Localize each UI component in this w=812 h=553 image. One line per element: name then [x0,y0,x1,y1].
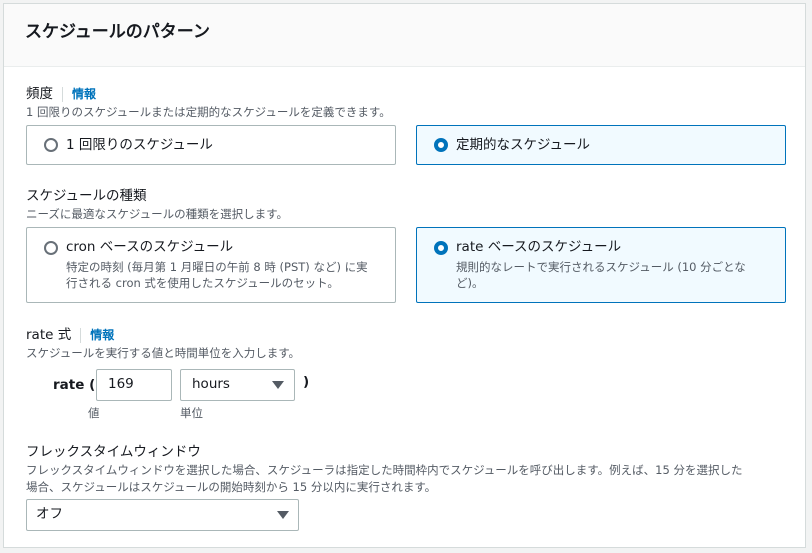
rate-expression-info-link[interactable]: 情報 [80,327,114,343]
cron-label: cron ベースのスケジュール [66,239,234,255]
frequency-label-row: 頻度 情報 [26,85,96,103]
frequency-description: 1 回限りのスケジュールまたは定期的なスケジュールを定義できます。 [26,105,391,119]
schedule-type-option-rate[interactable]: rate ベースのスケジュール 規則的なレートで実行されるスケジュール (10 … [416,227,786,303]
radio-cron[interactable] [44,241,58,255]
rate-unit-caption: 単位 [180,406,203,420]
flex-window-description-line1: フレックスタイムウィンドウを選択した場合、スケジューラは指定した時間枠内でスケジ… [26,463,743,477]
radio-recurring[interactable] [434,138,448,152]
schedule-type-label-row: スケジュールの種類 [26,187,147,205]
rate-unit-value: hours [192,376,230,392]
rate-unit-select[interactable]: hours [180,369,295,401]
chevron-down-icon [272,381,284,389]
frequency-option-one-time[interactable]: 1 回限りのスケジュール [26,125,396,165]
panel-header: スケジュールのパターン [4,4,805,67]
rate-value-input[interactable]: 169 [96,369,172,401]
cron-description: 特定の時刻 (毎月第 1 月曜日の午前 8 時 (PST) など) に実行される… [66,260,368,290]
radio-one-time[interactable] [44,138,58,152]
rate-expression-label: rate 式 [26,327,72,343]
panel-title: スケジュールのパターン [25,22,210,42]
rate-suffix: ) [303,374,310,390]
frequency-info-link[interactable]: 情報 [62,86,96,102]
radio-rate[interactable] [434,241,448,255]
flex-window-select[interactable]: オフ [26,499,299,531]
flex-window-label: フレックスタイムウィンドウ [26,444,201,460]
one-time-label: 1 回限りのスケジュール [66,137,213,153]
rate-value-caption: 値 [88,406,100,420]
rate-expression-description: スケジュールを実行する値と時間単位を入力します。 [26,346,301,360]
rate-prefix: rate ( [53,377,96,393]
schedule-type-description: ニーズに最適なスケジュールの種類を選択します。 [26,207,288,221]
flex-window-value: オフ [36,506,63,522]
flex-window-label-row: フレックスタイムウィンドウ [26,443,201,461]
rate-label: rate ベースのスケジュール [456,239,622,255]
frequency-label: 頻度 [26,86,53,102]
schedule-type-label: スケジュールの種類 [26,188,147,204]
rate-description: 規則的なレートで実行されるスケジュール (10 分ごとなど)。 [456,260,746,290]
schedule-type-option-cron[interactable]: cron ベースのスケジュール 特定の時刻 (毎月第 1 月曜日の午前 8 時 … [26,227,396,303]
flex-window-description-line2: 場合、スケジュールはスケジュールの開始時刻から 15 分以内に実行されます。 [26,480,437,494]
rate-expression-label-row: rate 式 情報 [26,326,114,344]
chevron-down-icon [277,511,289,519]
rate-value: 169 [108,376,134,392]
recurring-label: 定期的なスケジュール [456,137,591,153]
frequency-option-recurring[interactable]: 定期的なスケジュール [416,125,786,165]
